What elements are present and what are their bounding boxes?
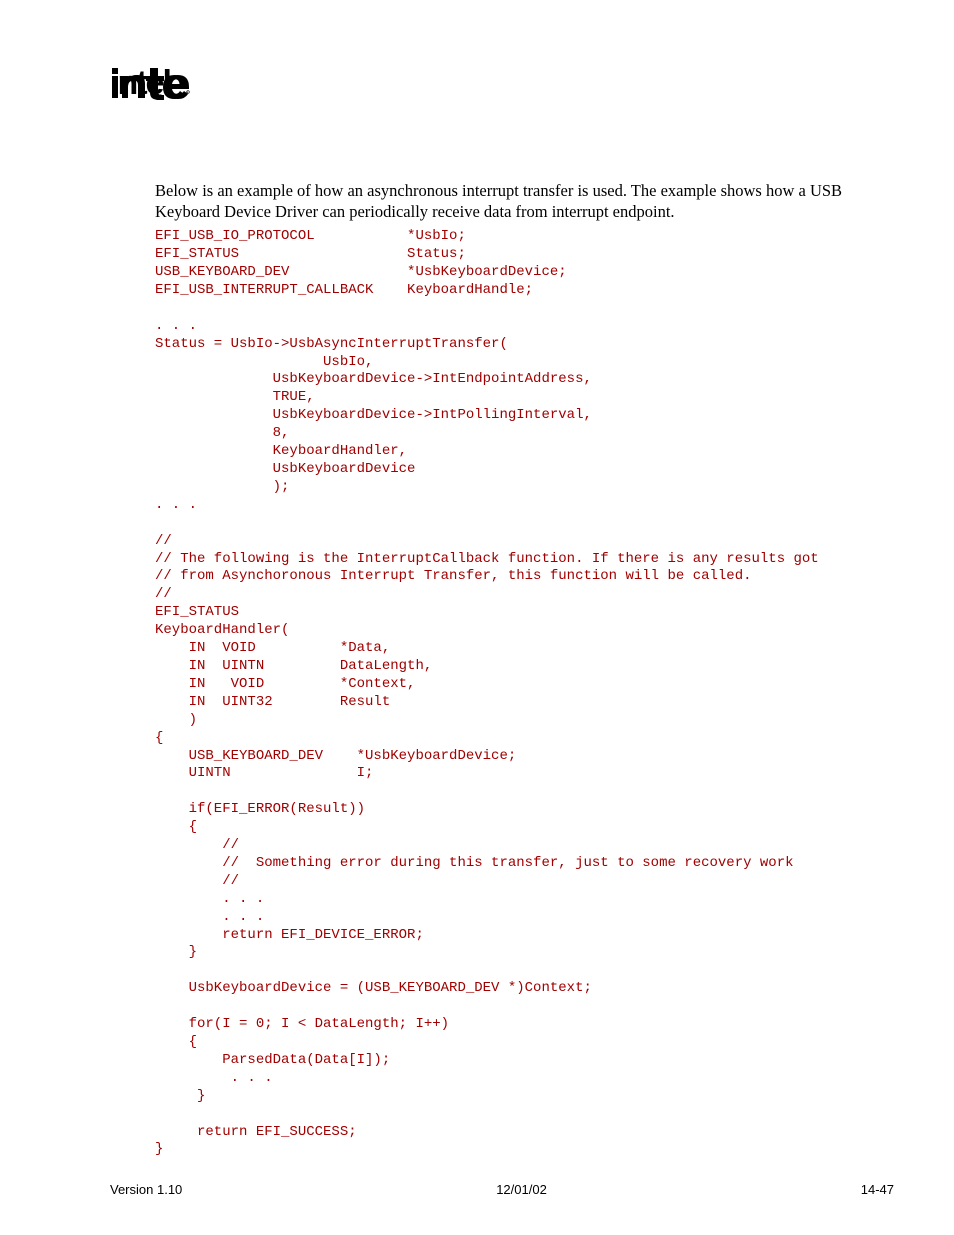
- intel-logo: intel R: [110, 60, 894, 100]
- footer-page: 14-47: [861, 1182, 894, 1197]
- svg-text:intel: intel: [110, 64, 170, 100]
- footer-date: 12/01/02: [496, 1182, 547, 1197]
- code-block: EFI_USB_IO_PROTOCOL *UsbIo; EFI_STATUS S…: [155, 228, 894, 1159]
- page-footer: Version 1.10 12/01/02 14-47: [110, 1182, 894, 1197]
- document-page: intel R Below is an example of how an as…: [0, 0, 954, 1235]
- intro-paragraph: Below is an example of how an asynchrono…: [155, 180, 894, 222]
- footer-version: Version 1.10: [110, 1182, 182, 1197]
